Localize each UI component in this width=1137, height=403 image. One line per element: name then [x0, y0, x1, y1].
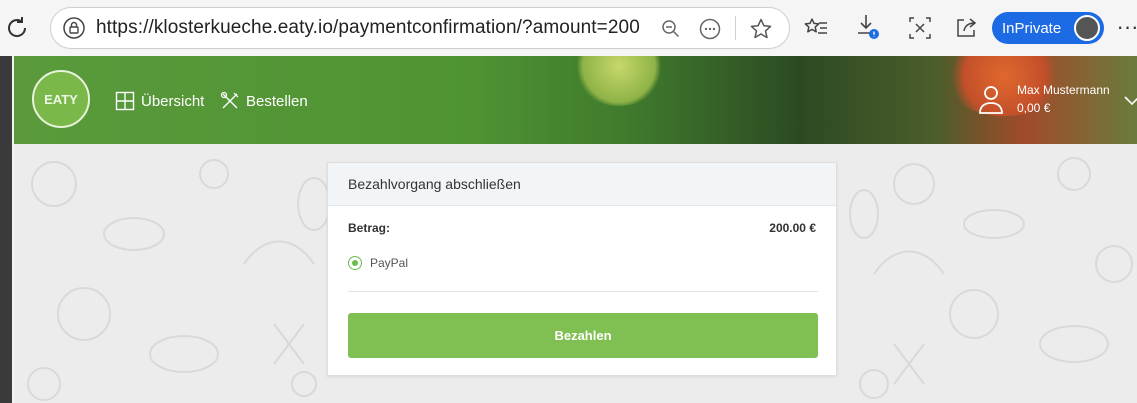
inprivate-label: InPrivate [1002, 19, 1062, 37]
payment-method-paypal[interactable]: PayPal [348, 256, 408, 270]
browser-toolbar: https://klosterkueche.eaty.io/paymentcon… [0, 0, 1137, 56]
header-decoration [574, 56, 664, 106]
star-icon[interactable] [749, 17, 773, 41]
grid-icon [115, 91, 135, 111]
user-icon[interactable] [977, 83, 1005, 117]
divider [348, 291, 818, 292]
window-edge [0, 56, 12, 403]
share-icon[interactable] [952, 14, 980, 42]
card-header: Bezahlvorgang abschließen [328, 163, 836, 206]
inprivate-button[interactable]: InPrivate [992, 12, 1104, 44]
payment-title: Bezahlvorgang abschließen [348, 176, 521, 192]
paypal-label[interactable]: PayPal [370, 256, 408, 270]
logo-text: EATY [44, 91, 78, 107]
pay-button[interactable]: Bezahlen [348, 313, 818, 358]
nav-order[interactable]: Bestellen [220, 91, 308, 111]
zoom-out-icon[interactable] [661, 19, 681, 39]
download-icon[interactable] [854, 12, 882, 42]
separator [735, 16, 736, 40]
app-header: EATY Übersicht Bestellen Max Mustermann … [14, 56, 1137, 144]
user-balance: 0,00 € [1017, 101, 1051, 115]
more-icon[interactable] [699, 18, 721, 40]
nav-overview[interactable]: Übersicht [115, 91, 204, 111]
user-name[interactable]: Max Mustermann [1017, 83, 1110, 97]
nav-overview-label: Übersicht [141, 92, 205, 110]
pay-button-label: Bezahlen [554, 328, 612, 343]
favorites-icon[interactable] [802, 14, 830, 42]
nav-order-label: Bestellen [246, 92, 308, 110]
amount-value: 200.00 € [769, 221, 816, 235]
profile-avatar [1074, 15, 1100, 41]
address-bar[interactable]: https://klosterkueche.eaty.io/paymentcon… [50, 7, 790, 49]
amount-label: Betrag: [348, 221, 391, 235]
payment-card: Bezahlvorgang abschließen Betrag: 200.00… [327, 162, 837, 376]
menu-icon[interactable]: ··· [1117, 14, 1137, 40]
screenshot-icon[interactable] [906, 14, 934, 42]
lock-icon[interactable] [63, 17, 85, 39]
url-text[interactable]: https://klosterkueche.eaty.io/paymentcon… [96, 17, 640, 39]
utensils-icon [220, 91, 239, 109]
chevron-down-icon[interactable] [1124, 94, 1137, 106]
reload-icon[interactable] [4, 14, 30, 42]
radio-selected-dot [352, 260, 358, 266]
eaty-logo[interactable]: EATY [32, 70, 90, 128]
radio-button[interactable] [348, 256, 362, 270]
